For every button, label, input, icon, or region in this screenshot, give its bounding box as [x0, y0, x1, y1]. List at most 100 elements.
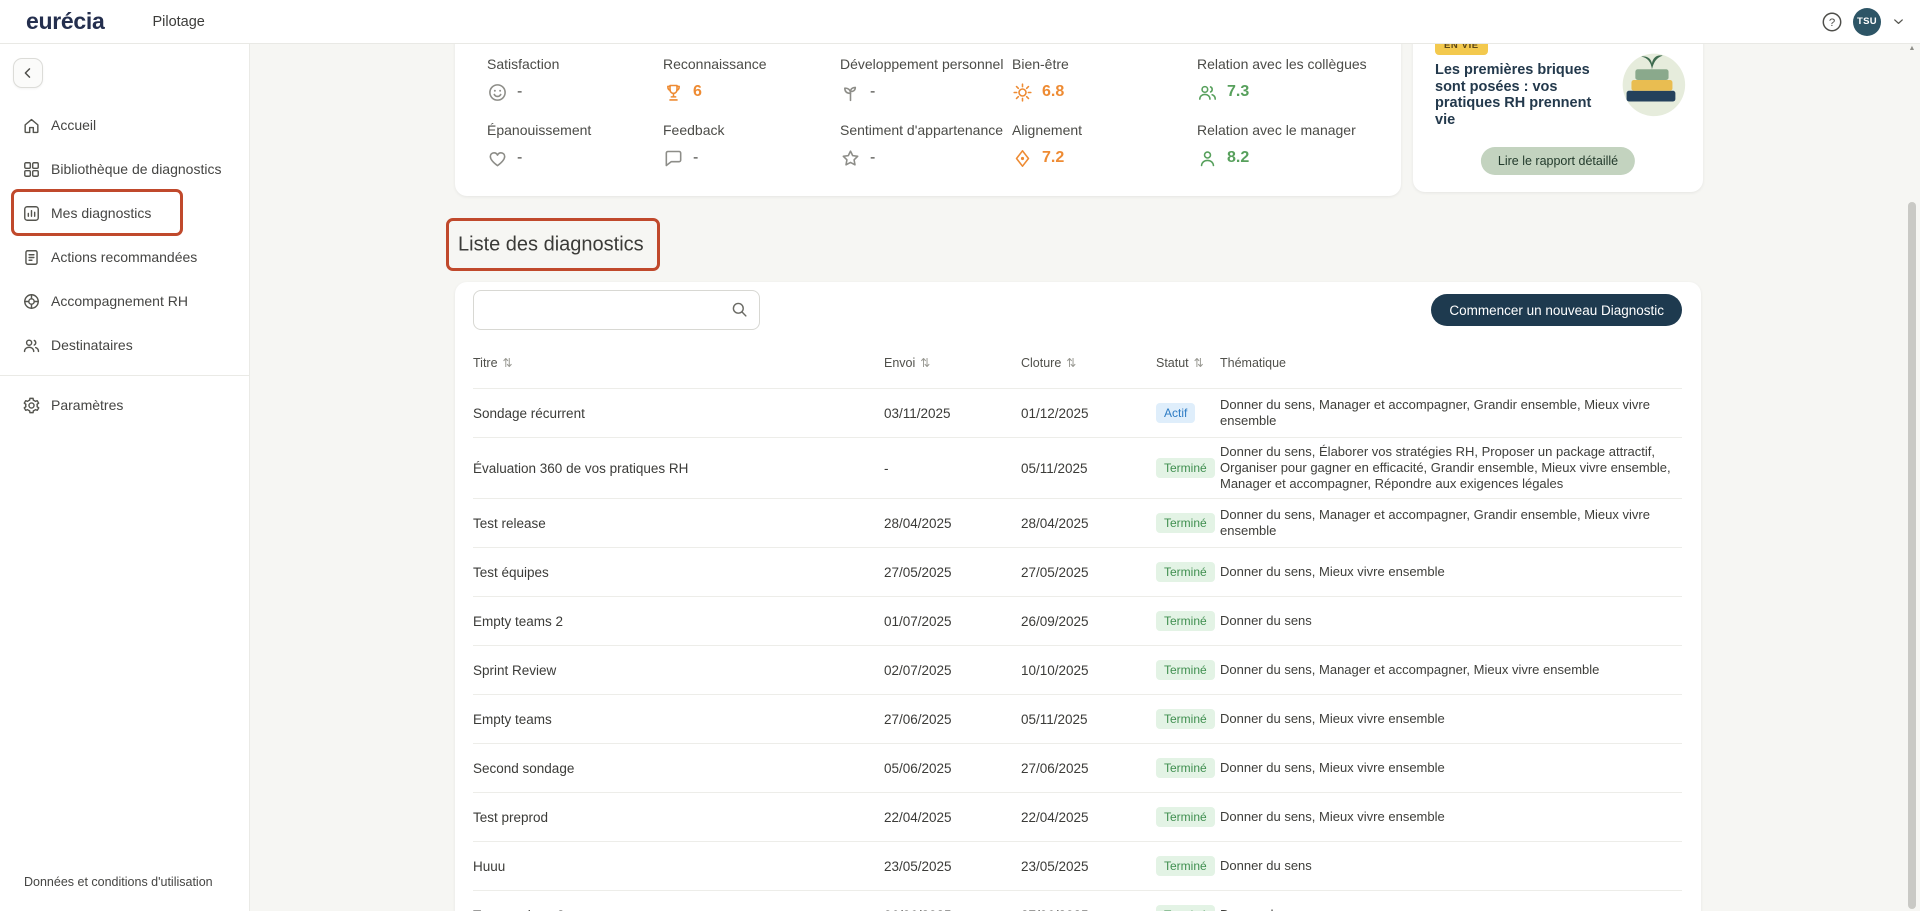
- diagnostics-icon: [22, 204, 41, 223]
- table-row[interactable]: Sondage récurrent03/11/202501/12/2025Act…: [473, 388, 1682, 437]
- metric-value-row: 7.2: [1012, 146, 1197, 170]
- cell-statut: Terminé: [1156, 807, 1220, 827]
- metric-value-row: -: [840, 146, 1012, 170]
- terms-link[interactable]: Données et conditions d'utilisation: [24, 875, 213, 889]
- trophy-icon: [663, 82, 684, 103]
- metric-value-row: -: [840, 80, 1012, 104]
- recipients-icon: [22, 336, 41, 355]
- plant-icon: [840, 82, 861, 103]
- status-badge: Terminé: [1156, 458, 1215, 478]
- metric-satisfaction: Satisfaction-: [487, 56, 663, 104]
- star-icon: [840, 148, 861, 169]
- metric-reconnaissance: Reconnaissance6: [663, 56, 840, 104]
- vertical-scrollbar[interactable]: ▲: [1907, 44, 1917, 911]
- page-title: Pilotage: [152, 14, 204, 30]
- actions-icon: [22, 248, 41, 267]
- metric-label: Développement personnel: [840, 56, 1012, 72]
- colleagues-icon: [1197, 82, 1218, 103]
- cell-statut: Terminé: [1156, 513, 1220, 533]
- table-toolbar: Commencer un nouveau Diagnostic: [473, 290, 1682, 330]
- section-title: Liste des diagnostics: [458, 233, 644, 256]
- metric-value-row: 7.3: [1197, 80, 1401, 104]
- status-badge: Terminé: [1156, 513, 1215, 533]
- cell-titre: Second sondage: [473, 761, 884, 776]
- table-row[interactable]: Test release28/04/202528/04/2025TerminéD…: [473, 498, 1682, 547]
- help-icon[interactable]: ?: [1821, 11, 1843, 33]
- table-row[interactable]: Sprint Review02/07/202510/10/2025Terminé…: [473, 645, 1682, 694]
- cell-envoi: -: [884, 461, 1021, 476]
- column-header-statut[interactable]: Statut⇅: [1156, 356, 1220, 370]
- topbar-actions: ? TSU: [1821, 8, 1920, 36]
- metric-developpement-personnel: Développement personnel -: [840, 56, 1012, 104]
- sidebar-item-label: Bibliothèque de diagnostics: [51, 161, 221, 177]
- table-row[interactable]: Évaluation 360 de vos pratiques RH-05/11…: [473, 437, 1682, 498]
- status-badge: Terminé: [1156, 709, 1215, 729]
- cell-titre: Empty teams 2: [473, 614, 884, 629]
- cell-envoi: 23/05/2025: [884, 859, 1021, 874]
- cell-cloture: 23/05/2025: [1021, 859, 1156, 874]
- support-icon: [22, 292, 41, 311]
- cell-envoi: 27/06/2025: [884, 712, 1021, 727]
- cell-cloture: 22/04/2025: [1021, 810, 1156, 825]
- table-row[interactable]: Empty teams27/06/202505/11/2025TerminéDo…: [473, 694, 1682, 743]
- heart-icon: [487, 148, 508, 169]
- status-badge: Terminé: [1156, 856, 1215, 876]
- column-header-titre[interactable]: Titre⇅: [473, 356, 884, 370]
- cell-titre: Empty teams: [473, 712, 884, 727]
- scrollbar-thumb[interactable]: [1908, 202, 1916, 909]
- table-row[interactable]: Empty teams 201/07/202526/09/2025Terminé…: [473, 596, 1682, 645]
- status-badge: Terminé: [1156, 660, 1215, 680]
- table-row[interactable]: Test preprod22/04/202522/04/2025TerminéD…: [473, 792, 1682, 841]
- metrics-card: Satisfaction-Reconnaissance6Développemen…: [455, 44, 1401, 196]
- sidebar-item-label: Mes diagnostics: [51, 205, 151, 221]
- sidebar-item-parametres[interactable]: Paramètres: [0, 383, 249, 427]
- cell-statut: Actif: [1156, 403, 1220, 423]
- cell-thematique: Donner du sens, Manager et accompagner, …: [1220, 397, 1682, 429]
- cell-cloture: 01/12/2025: [1021, 406, 1156, 421]
- sidebar-divider: [0, 375, 249, 376]
- sidebar-item-destinataires[interactable]: Destinataires: [0, 323, 249, 367]
- search-input[interactable]: [473, 290, 760, 330]
- sidebar-item-mes-diagnostics[interactable]: Mes diagnostics: [0, 191, 249, 235]
- table-row[interactable]: Test sondage 306/06/202527/06/2025Termin…: [473, 890, 1682, 911]
- status-badge: Terminé: [1156, 758, 1215, 778]
- sidebar-item-bibliotheque-de-diagnostics[interactable]: Bibliothèque de diagnostics: [0, 147, 249, 191]
- chevron-down-icon[interactable]: [1891, 14, 1906, 29]
- cell-statut: Terminé: [1156, 660, 1220, 680]
- cell-thematique: Donner du sens: [1220, 613, 1682, 629]
- metric-value: 7.2: [1042, 149, 1064, 167]
- table-row[interactable]: Huuu23/05/202523/05/2025TerminéDonner du…: [473, 841, 1682, 890]
- column-header-cloture[interactable]: Cloture⇅: [1021, 356, 1156, 370]
- new-diagnostic-button[interactable]: Commencer un nouveau Diagnostic: [1431, 294, 1682, 326]
- cell-thematique: Donner du sens, Mieux vivre ensemble: [1220, 711, 1682, 727]
- cell-cloture: 05/11/2025: [1021, 461, 1156, 476]
- metric-value-row: -: [663, 146, 840, 170]
- sidebar-item-accompagnement-rh[interactable]: Accompagnement RH: [0, 279, 249, 323]
- metric-value: 7.3: [1227, 83, 1249, 101]
- sidebar-collapse-button[interactable]: [13, 58, 43, 88]
- avatar[interactable]: TSU: [1853, 8, 1881, 36]
- column-header-envoi[interactable]: Envoi⇅: [884, 356, 1021, 370]
- metric-value: 6: [693, 83, 702, 101]
- metric-value-row: 6.8: [1012, 80, 1197, 104]
- sidebar-item-actions-recommandees[interactable]: Actions recommandées: [0, 235, 249, 279]
- table-row[interactable]: Second sondage05/06/202527/06/2025Termin…: [473, 743, 1682, 792]
- sidebar-nav-secondary: Paramètres: [0, 383, 249, 427]
- status-badge: Terminé: [1156, 905, 1215, 911]
- scroll-up-arrow[interactable]: ▲: [1907, 45, 1917, 52]
- cell-cloture: 27/06/2025: [1021, 908, 1156, 911]
- read-report-button[interactable]: Lire le rapport détaillé: [1481, 147, 1635, 175]
- app-root: eurécia Pilotage ? TSU AccueilBibliothèq: [0, 0, 1920, 911]
- cell-cloture: 10/10/2025: [1021, 663, 1156, 678]
- report-title: Les premières briques sont posées : vos …: [1435, 62, 1611, 128]
- cell-cloture: 28/04/2025: [1021, 516, 1156, 531]
- metric-feedback: Feedback-: [663, 122, 840, 170]
- report-card: EN VIE Les premières briques sont posées…: [1413, 44, 1703, 192]
- cell-statut: Terminé: [1156, 611, 1220, 631]
- metric-bien-etre: Bien-être6.8: [1012, 56, 1197, 104]
- sidebar-item-accueil[interactable]: Accueil: [0, 103, 249, 147]
- metric-label: Sentiment d'appartenance: [840, 122, 1012, 138]
- table-row[interactable]: Test équipes27/05/202527/05/2025TerminéD…: [473, 547, 1682, 596]
- eurecia-logo: eurécia: [26, 8, 104, 35]
- metric-relation-avec-les-collegues: Relation avec les collègues7.3: [1197, 56, 1401, 104]
